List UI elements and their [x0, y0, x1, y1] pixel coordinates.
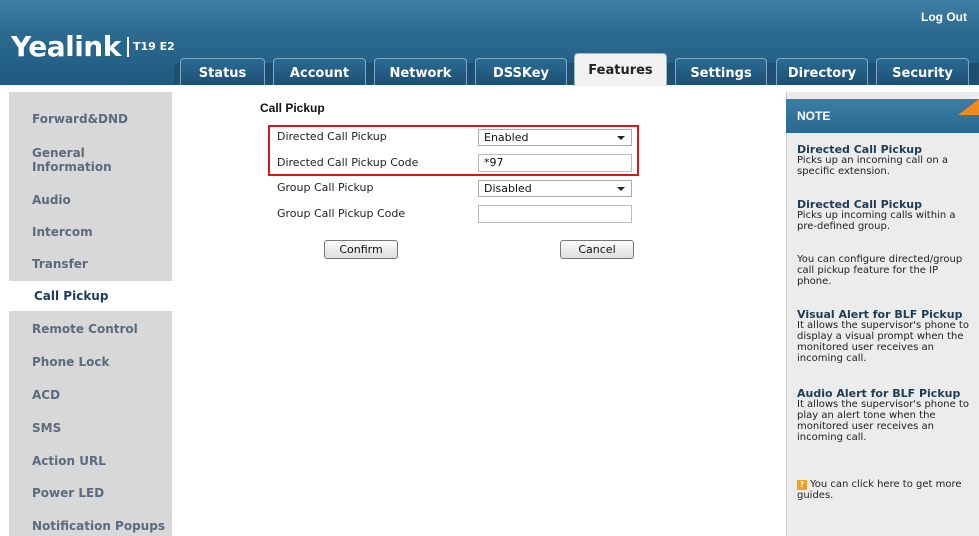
- section-title: Call Pickup: [260, 101, 325, 115]
- group-call-pickup-code-label: Group Call Pickup Code: [277, 207, 406, 220]
- note-text: Picks up an incoming call on a specific …: [797, 155, 949, 177]
- tab-security[interactable]: Security: [876, 58, 969, 85]
- chevron-down-icon: [617, 187, 625, 191]
- note-heading: Directed Call Pickup: [797, 198, 922, 211]
- help-text: You can click here to get more guides.: [797, 479, 962, 501]
- tab-account[interactable]: Account: [273, 58, 366, 85]
- sidebar-item-notification-popups[interactable]: Notification Popups: [32, 519, 165, 533]
- note-heading: Visual Alert for BLF Pickup: [797, 308, 963, 321]
- sidebar-item-power-led[interactable]: Power LED: [32, 486, 104, 500]
- note-title: NOTE: [797, 109, 831, 123]
- logout-link[interactable]: Log Out: [921, 10, 967, 24]
- sidebar-item-sms[interactable]: SMS: [32, 421, 61, 435]
- sidebar-item-forward-dnd[interactable]: Forward&DND: [32, 112, 128, 126]
- highlight-box: [268, 125, 639, 176]
- sidebar-item-transfer[interactable]: Transfer: [32, 257, 88, 271]
- group-call-pickup-select[interactable]: Disabled: [478, 180, 632, 197]
- logo-divider: [127, 37, 129, 57]
- note-block: Directed Call Pickup Picks up incoming c…: [797, 199, 973, 232]
- sidebar-item-audio[interactable]: Audio: [32, 193, 71, 207]
- sidebar-item-general-information[interactable]: General Information: [32, 146, 112, 174]
- help-icon: ?: [797, 480, 807, 490]
- sidebar-item-action-url[interactable]: Action URL: [32, 454, 106, 468]
- note-text: It allows the supervisor's phone to disp…: [797, 320, 969, 364]
- tab-dsskey[interactable]: DSSKey: [475, 58, 567, 85]
- note-heading: Directed Call Pickup: [797, 143, 922, 156]
- model-label: T19 E2: [133, 40, 175, 53]
- sidebar-item-call-pickup[interactable]: Call Pickup: [9, 281, 172, 311]
- group-call-pickup-code-input[interactable]: [478, 205, 632, 223]
- note-block: Audio Alert for BLF Pickup It allows the…: [797, 388, 973, 443]
- tab-network[interactable]: Network: [374, 58, 467, 85]
- tab-settings[interactable]: Settings: [675, 58, 767, 85]
- sidebar-item-label: Call Pickup: [34, 289, 109, 303]
- sidebar-item-acd[interactable]: ACD: [32, 388, 60, 402]
- note-heading: Audio Alert for BLF Pickup: [797, 387, 961, 400]
- note-text: It allows the supervisor's phone to play…: [797, 399, 969, 443]
- note-text: You can configure directed/group call pi…: [797, 254, 963, 287]
- tab-directory[interactable]: Directory: [776, 58, 868, 85]
- sidebar-item-intercom[interactable]: Intercom: [32, 225, 93, 239]
- select-value: Disabled: [484, 182, 532, 195]
- sidebar-item-phone-lock[interactable]: Phone Lock: [32, 355, 109, 369]
- note-text: Picks up incoming calls within a pre-def…: [797, 210, 956, 232]
- note-block: You can configure directed/group call pi…: [797, 254, 973, 287]
- note-block: Visual Alert for BLF Pickup It allows th…: [797, 309, 973, 364]
- help-link[interactable]: ? You can click here to get more guides.: [797, 479, 973, 501]
- yealink-logo: Yealink: [11, 30, 121, 63]
- web-ui: Yealink T19 E2 Log Out Status Account Ne…: [0, 0, 979, 536]
- confirm-button[interactable]: Confirm: [324, 240, 398, 259]
- cancel-button[interactable]: Cancel: [560, 240, 634, 259]
- tab-features[interactable]: Features: [574, 53, 667, 86]
- note-block: Directed Call Pickup Picks up an incomin…: [797, 144, 973, 177]
- sidebar-item-remote-control[interactable]: Remote Control: [32, 322, 138, 336]
- corner-fold-icon: [958, 99, 979, 115]
- tab-status[interactable]: Status: [180, 58, 265, 85]
- group-call-pickup-label: Group Call Pickup: [277, 181, 374, 194]
